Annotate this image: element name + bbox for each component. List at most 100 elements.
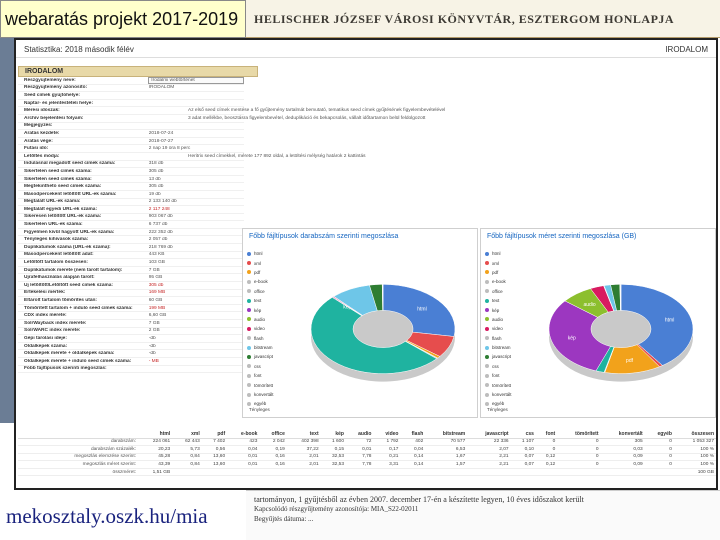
table-cell: 0,15 xyxy=(320,445,346,454)
form-row: Újrafelhasználás alapján tárolt: 95 GB xyxy=(18,274,244,283)
table-header-cell: pdf xyxy=(201,430,228,439)
table-cell: 0,04 xyxy=(227,445,260,454)
form-row: Új letöltött/Letöltött seed címek száma:… xyxy=(18,282,244,290)
table-cell xyxy=(600,468,645,477)
table-cell: 0 xyxy=(535,438,558,447)
table-cell: 0,17 xyxy=(373,445,401,454)
form-row-label: Tényleges kihívások száma: xyxy=(24,237,89,243)
form-row-label: Letöltött tartalom összesen: xyxy=(24,260,88,266)
table-header-cell: javascript xyxy=(467,430,511,439)
form-row-label: Letöltés módja: xyxy=(24,153,60,159)
form-row: Figyelmen kívül hagyott URL-ek száma: 222… xyxy=(18,229,244,237)
form-row-value: 222 352 db xyxy=(148,229,173,235)
table-header-cell: office xyxy=(259,430,287,439)
form-row-label: Gépi tárolási ideje: xyxy=(24,335,67,341)
form-row-value: 2 057 db xyxy=(148,237,168,243)
form-row-label: Naptár- és jelentéstételi helye: xyxy=(24,100,94,106)
form-row: Mérési időszak: Az első seed címek mentés… xyxy=(18,107,445,115)
form-row-label: Sikertelen seed címek száma: xyxy=(24,176,92,182)
form-row-label: Tömörített tartalom + induló seed címek … xyxy=(24,305,133,311)
form-row-value: 318 db xyxy=(148,161,164,167)
form-row-label: Megjegyzés: xyxy=(24,123,53,129)
table-cell: 7,78 xyxy=(346,453,374,462)
form-row: Sikertelen URL-ek száma: 6 737 db xyxy=(18,221,244,229)
form-row-value: 19 db xyxy=(148,191,161,197)
table-cell: 2,01 xyxy=(286,460,321,469)
table-cell xyxy=(425,468,468,477)
table-cell xyxy=(201,468,228,477)
form-row: Oldalképek mérete + induló seed címek sz… xyxy=(18,358,244,366)
form-row-value: 443 KB xyxy=(148,252,165,258)
table-header-cell: bitstream xyxy=(425,430,468,439)
table-cell: 1 600 xyxy=(320,438,346,447)
form-row: Seed címek gyűjtőhelye: xyxy=(18,92,244,100)
form-row: Archív bejelentési folyam: 3 adat mellékb… xyxy=(18,115,425,123)
url-box: mekosztaly.oszk.hu/mia xyxy=(0,492,246,540)
table-cell: 100 % xyxy=(673,460,716,469)
table-cell: 45,28 xyxy=(138,453,173,462)
form-row-label: Indulásnál megadott seed címek száma: xyxy=(24,161,116,167)
table-cell: 305 xyxy=(600,438,645,447)
table-cell: darabszám: xyxy=(18,438,138,447)
table-cell: 0 xyxy=(644,453,674,462)
form-row: Futási idő: 2 nap 19 óra 8 perc xyxy=(18,145,244,153)
table-cell xyxy=(172,468,202,477)
form-row-value: 2 GB xyxy=(148,328,160,334)
table-cell: 402 398 xyxy=(286,438,321,447)
form-row-label: Sikertelen URL-ek száma: xyxy=(24,222,83,228)
form-row-label: Másodperceként letöltött adat: xyxy=(24,252,94,258)
table-cell: 13,60 xyxy=(201,460,228,469)
url-link[interactable]: mekosztaly.oszk.hu/mia xyxy=(6,504,208,529)
form-row-label: Értékelési mérték: xyxy=(24,290,66,296)
table-cell: 1 107 xyxy=(510,438,536,447)
form-row-value: 60 GB xyxy=(148,298,163,304)
table-cell: 0,09 xyxy=(600,460,645,469)
table-cell: 0,56 xyxy=(201,445,228,454)
table-header-cell: html xyxy=(138,430,173,439)
table-cell: 0,01 xyxy=(227,460,260,469)
form-row-label: Sikertelen seed címek száma: xyxy=(24,168,92,174)
table-cell: megoszlás méret szerint: xyxy=(18,460,138,469)
slice-label: pdf xyxy=(626,358,634,364)
library-site-header: HELISCHER JÓZSEF VÁROSI KÖNYVTÁR, ESZTER… xyxy=(246,0,720,38)
chart-size-panel: Főbb fájltípusok méret szerinti megoszlá… xyxy=(480,228,716,418)
form-row-value: 305 db xyxy=(148,168,164,174)
statistics-window: Statisztika: 2018 második félév IRODALOM… xyxy=(14,38,718,490)
table-cell: 0,12 xyxy=(535,460,558,469)
table-cell: 13,60 xyxy=(201,453,228,462)
table-cell: 32,53 xyxy=(320,460,346,469)
form-row-value: 2 117 248 xyxy=(148,206,170,212)
table-cell: 423 xyxy=(227,438,260,447)
chart-foot: Tényleges xyxy=(487,407,508,412)
table-cell: 70 577 xyxy=(425,438,468,447)
table-cell: 0,16 xyxy=(259,460,287,469)
form-row-value: 103 GB xyxy=(148,260,165,266)
table-cell: 22 336 xyxy=(467,438,511,447)
window-header: Statisztika: 2018 második félév IRODALOM xyxy=(16,40,716,58)
table-header-cell: konvertált xyxy=(600,430,645,439)
table-cell: 0 xyxy=(557,460,601,469)
form-row-value: 95 GB xyxy=(148,275,163,281)
form-row-value: 305 db xyxy=(148,184,164,190)
form-row-value: 6,60 GB xyxy=(148,313,167,319)
table-header-cell: összesen xyxy=(673,430,716,439)
table-cell: 1,67 xyxy=(425,453,468,462)
form-row-value: Irodalmi webtörténet xyxy=(148,76,244,84)
footer-line: Begyűjtés dátuma: ... xyxy=(254,515,314,523)
table-cell: 0 xyxy=(644,445,674,454)
form-row-label: Megtekinthető seed címek száma: xyxy=(24,184,102,190)
table-cell: 43,39 xyxy=(138,460,173,469)
table-row: megoszlás méret szerint: 43,39 0,84 13,60 0,… xyxy=(18,460,716,469)
form-row-label: Aratás kezdete: xyxy=(24,130,60,136)
form-row: Indulásnál megadott seed címek száma: 318… xyxy=(18,161,244,169)
form-row-label: Újrafelhasználás alapján tárolt: xyxy=(24,275,95,281)
table-row: megoszlás elemzése szerint: 45,28 0,84 13,6… xyxy=(18,453,716,462)
form-row: Duplikátumok száma (URL-ek száma): 218 76… xyxy=(18,244,244,252)
table-cell: 20,23 xyxy=(138,445,173,454)
table-header-cell: font xyxy=(535,430,558,439)
form-row-value: 7 GB xyxy=(148,320,160,326)
table-cell: 72 xyxy=(346,438,374,447)
table-cell: összméret: xyxy=(18,468,138,477)
form-row: Másodperceként letöltött URL-ek száma: 19… xyxy=(18,191,244,199)
table-cell: 1,57 xyxy=(425,460,468,469)
